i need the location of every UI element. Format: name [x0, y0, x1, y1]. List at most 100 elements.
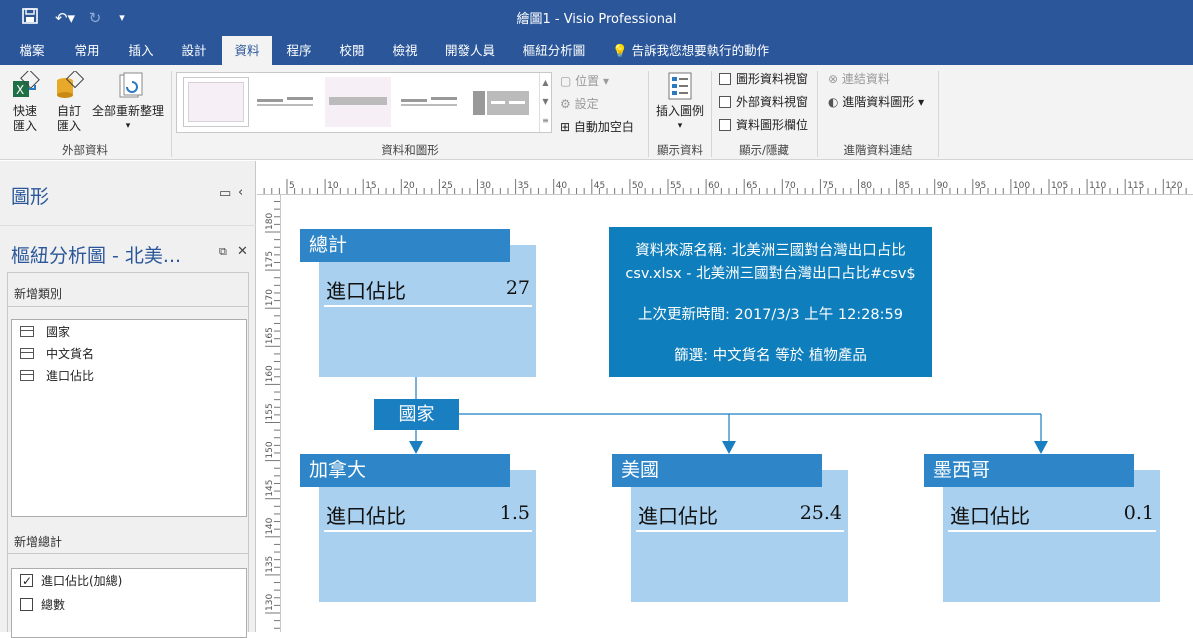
category-node-country[interactable]: 國家: [374, 399, 459, 430]
tab-file[interactable]: 檔案: [12, 36, 52, 65]
info-source-line-1: 資料來源名稱: 北美洲三國對台灣出口占比: [635, 243, 906, 259]
vertical-ruler: 180 175 170 165 160 155 150 145 140 135 130: [257, 195, 281, 632]
list-item[interactable]: 國家: [20, 322, 70, 342]
category-label: 中文貨名: [46, 347, 95, 361]
section-divider: [7, 306, 249, 307]
ruler-label: 100: [1013, 181, 1030, 191]
gallery-scroll[interactable]: ▲ ▼ ≡: [539, 73, 551, 132]
ruler-label: 60: [708, 181, 720, 191]
node-underline: [948, 530, 1156, 532]
advanced-data-graphics-button[interactable]: ◐ 進階資料圖形 ▾: [828, 92, 924, 112]
panel-minimize-icon[interactable]: ▭: [219, 186, 231, 201]
node-canada[interactable]: 加拿大 進口佔比 1.5: [300, 454, 536, 604]
total-item[interactable]: 進口佔比(加總): [20, 571, 122, 591]
ruler-label: 80: [861, 181, 873, 191]
link-data-button[interactable]: ⊗ 連結資料: [828, 69, 890, 89]
ruler-label: 20: [403, 181, 415, 191]
collapse-chevron-icon[interactable]: ‹: [238, 185, 243, 200]
node-field-label: 進口佔比: [326, 279, 406, 303]
checkbox-checked-icon: [20, 571, 33, 591]
list-item[interactable]: 進口佔比: [20, 366, 94, 386]
insert-legend-button[interactable]: 插入圖例 ▾: [652, 71, 708, 134]
gallery-item-dark[interactable]: [469, 77, 535, 127]
lightbulb-icon: 💡: [612, 43, 628, 58]
link-data-label: 連結資料: [841, 72, 890, 86]
node-field-value: 1.5: [499, 502, 530, 524]
node-underline: [636, 530, 844, 532]
total-list[interactable]: 進口佔比(加總) 總數: [11, 568, 247, 638]
data-graphic-fields-checkbox[interactable]: 資料圖形欄位: [719, 115, 808, 135]
node-title: 加拿大: [300, 454, 510, 487]
ruler-label: 65: [746, 181, 757, 191]
data-graphic-fields-label: 資料圖形欄位: [736, 118, 809, 132]
ruler-label: 170: [265, 289, 275, 306]
tab-home[interactable]: 常用: [66, 36, 108, 65]
category-list[interactable]: 國家 中文貨名 進口佔比: [11, 319, 247, 517]
node-title: 總計: [300, 229, 510, 262]
tab-view[interactable]: 檢視: [384, 36, 426, 65]
external-data-window-checkbox[interactable]: 外部資料視窗: [719, 92, 808, 112]
node-body: [319, 470, 536, 602]
gallery-item-none[interactable]: [183, 77, 249, 127]
ruler-label: 45: [594, 181, 605, 191]
ribbon: X 快速 匯入 自訂 匯入 全部重新整理 ▾ 外部資料 ▲ ▼ ≡ ▢ 位置 ▾…: [0, 65, 1193, 160]
refresh-all-label: 全部重新整理: [91, 104, 164, 118]
category-label: 進口佔比: [46, 369, 95, 383]
settings-button[interactable]: ⚙ 設定: [560, 94, 599, 114]
auto-space-label: 自動加空白: [573, 120, 634, 134]
tab-review[interactable]: 校閱: [331, 36, 373, 65]
node-mexico[interactable]: 墨西哥 進口佔比 0.1: [924, 454, 1160, 604]
node-usa[interactable]: 美國 進口佔比 25.4: [612, 454, 848, 604]
node-total[interactable]: 總計 進口佔比 27: [300, 229, 536, 379]
gallery-item-highlight[interactable]: [325, 77, 391, 127]
gallery-item-line[interactable]: [397, 77, 463, 127]
tab-data[interactable]: 資料: [222, 36, 272, 65]
refresh-dropdown-icon: ▾: [125, 121, 131, 131]
tab-process[interactable]: 程序: [278, 36, 320, 65]
quick-import-button[interactable]: X 快速 匯入: [6, 71, 44, 134]
ruler-label: 105: [1051, 181, 1068, 191]
group-data-graphics: 資料和圖形: [381, 143, 439, 157]
ruler-label: 70: [784, 181, 796, 191]
drawing-canvas[interactable]: 總計 進口佔比 27 國家 資料來源名稱: 北美洲三國對台灣出口占比 csv.x…: [282, 196, 1193, 632]
advanced-data-graphics-label: 進階資料圖形: [842, 95, 915, 109]
node-field-value: 25.4: [799, 502, 842, 524]
data-source-info-box[interactable]: 資料來源名稱: 北美洲三國對台灣出口占比 csv.xlsx - 北美洲三國對台灣…: [609, 227, 932, 377]
node-body: [319, 245, 536, 377]
checkbox-icon: [719, 96, 731, 108]
ruler-label: 155: [265, 403, 275, 420]
tab-insert[interactable]: 插入: [120, 36, 162, 65]
position-button[interactable]: ▢ 位置 ▾: [560, 71, 609, 91]
add-category-label: 新增類別: [14, 287, 63, 301]
ruler-label: 30: [480, 181, 492, 191]
panel-close-icon[interactable]: ✕: [237, 244, 248, 259]
tab-pivot-diagram[interactable]: 樞紐分析圖: [518, 36, 590, 65]
tab-developer[interactable]: 開發人員: [440, 36, 500, 65]
ruler-label: 150: [265, 441, 275, 458]
section-divider: [7, 553, 249, 554]
node-field-label: 進口佔比: [950, 504, 1030, 528]
auto-space-button[interactable]: ⊞ 自動加空白: [560, 117, 634, 137]
custom-import-label-2: 匯入: [56, 119, 81, 133]
ruler-label: 135: [265, 556, 275, 573]
group-external-data: 外部資料: [62, 143, 108, 157]
custom-import-button[interactable]: 自訂 匯入: [50, 71, 88, 134]
gallery-item-text[interactable]: [253, 77, 319, 127]
category-label: 國家: [46, 325, 71, 339]
ruler-label: 160: [265, 365, 275, 382]
advanced-graphics-icon: ◐: [828, 95, 843, 109]
ruler-label: 10: [327, 181, 339, 191]
shape-data-window-checkbox[interactable]: 圖形資料視窗: [719, 69, 808, 89]
position-icon: ▢: [560, 74, 576, 88]
title-bar: ↶▾ ↻ ▾ 繪圖1 - Visio Professional: [0, 0, 1193, 36]
total-item[interactable]: 總數: [20, 595, 65, 615]
panel-float-icon[interactable]: ⧉: [219, 245, 227, 259]
tab-design[interactable]: 設計: [173, 36, 215, 65]
left-panel: 圖形 ▭ ‹ 樞紐分析圖 - 北美... ⧉ ✕ 新增類別 國家 中文貨名 進口…: [0, 161, 256, 638]
tell-me-box[interactable]: 💡 告訴我您想要執行的動作: [612, 36, 769, 65]
ruler-label: 75: [822, 181, 833, 191]
data-graphics-gallery[interactable]: ▲ ▼ ≡: [176, 72, 552, 133]
ruler-label: 110: [1089, 181, 1106, 191]
refresh-all-button[interactable]: 全部重新整理 ▾: [90, 71, 166, 134]
list-item[interactable]: 中文貨名: [20, 344, 94, 364]
